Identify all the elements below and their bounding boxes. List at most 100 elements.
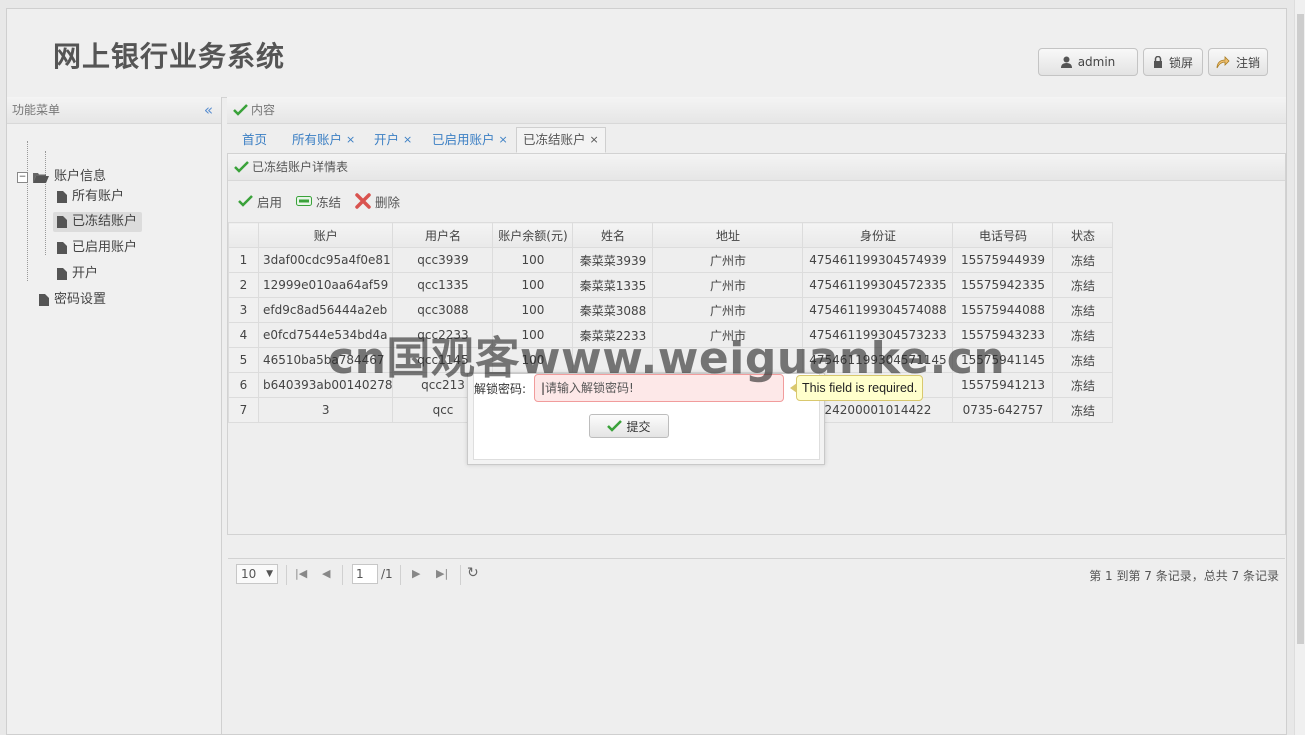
tab-home[interactable]: 首页 — [236, 127, 273, 153]
cell-status: 冻结 — [1052, 297, 1114, 323]
cell-id: 475461199304572335 — [802, 272, 954, 298]
collapse-toggle-icon[interactable]: − — [17, 171, 28, 183]
close-icon[interactable]: × — [346, 127, 355, 153]
check-icon — [238, 195, 253, 207]
cell-phone: 15575944939 — [952, 247, 1054, 273]
tab-enabled-accounts[interactable]: 已启用账户 × — [426, 127, 514, 153]
row-number: 4 — [228, 322, 259, 348]
sidebar-header: 功能菜单 « — [7, 97, 221, 124]
cell-id: 24200001014422 — [802, 397, 954, 423]
cell-id: 475461199304574939 — [802, 247, 954, 273]
submit-label: 提交 — [626, 419, 651, 434]
scrollbar-thumb[interactable] — [1297, 14, 1304, 644]
freeze-icon — [296, 196, 313, 206]
vertical-scrollbar[interactable] — [1294, 0, 1305, 735]
pager-summary: 第 1 到第 7 条记录，总共 7 条记录 — [1089, 569, 1279, 583]
logout-label: 注销 — [1235, 55, 1260, 70]
row-number: 5 — [228, 347, 259, 373]
row-number: 1 — [228, 247, 259, 273]
column-header[interactable]: 账户 — [257, 222, 394, 248]
cell-status: 冻结 — [1052, 322, 1114, 348]
cell-name: 秦菜菜3939 — [572, 247, 654, 273]
cell-address: 广州市 — [652, 247, 804, 273]
tree-group-account-info[interactable]: − 账户信息 — [17, 167, 106, 187]
column-header[interactable]: 身份证 — [802, 222, 954, 248]
datagrid-title: 已冻结账户详情表 — [252, 160, 349, 174]
datagrid-header: 已冻结账户详情表 — [228, 154, 1285, 181]
logout-button[interactable]: 注销 — [1208, 48, 1268, 76]
column-header[interactable]: 姓名 — [572, 222, 654, 248]
column-header[interactable]: 电话号码 — [952, 222, 1054, 248]
page-size-select[interactable]: 10 ▼ — [236, 564, 278, 584]
tab-open-account[interactable]: 开户 × — [368, 127, 418, 153]
user-label: admin — [1077, 55, 1116, 69]
content-title: 内容 — [251, 103, 276, 117]
user-icon — [1060, 56, 1072, 68]
tab-label: 首页 — [242, 132, 268, 147]
lock-label: 锁屏 — [1168, 55, 1193, 70]
close-icon[interactable]: × — [499, 127, 508, 153]
column-header[interactable]: 用户名 — [392, 222, 494, 248]
table-row[interactable]: 3 efd9c8ad56444a2eb qcc3088 100 秦菜菜3088 … — [228, 297, 1114, 323]
column-header[interactable]: 状态 — [1052, 222, 1114, 248]
sidebar-item-label: 已启用账户 — [72, 240, 138, 255]
submit-button[interactable]: 提交 — [589, 414, 669, 438]
next-page-icon[interactable]: ▶ — [412, 567, 420, 580]
sidebar-item-enabled-accounts[interactable]: 已启用账户 — [57, 238, 137, 258]
enable-button[interactable]: 启用 — [238, 192, 282, 211]
cell-balance: 100 — [492, 297, 574, 323]
sidebar-item-frozen-accounts[interactable]: 已冻结账户 — [53, 212, 143, 232]
last-page-icon[interactable]: ▶| — [436, 567, 448, 580]
tab-label: 已冻结账户 — [523, 132, 586, 147]
chevron-down-icon: ▼ — [266, 569, 273, 579]
table-row[interactable]: 1 3daf00cdc95a4f0e81 qcc3939 100 秦菜菜3939… — [228, 247, 1114, 273]
cell-name: 秦菜菜3088 — [572, 297, 654, 323]
cell-phone: 15575944088 — [952, 297, 1054, 323]
freeze-label: 冻结 — [316, 194, 342, 210]
delete-button[interactable]: 删除 — [355, 192, 400, 211]
close-icon[interactable]: × — [590, 127, 599, 153]
collapse-icon[interactable]: « — [204, 97, 213, 123]
column-header[interactable]: 账户余额(元) — [492, 222, 574, 248]
sidebar-item-all-accounts[interactable]: 所有账户 — [57, 187, 124, 207]
cell-account: 12999e010aa64af59 — [257, 272, 394, 298]
sidebar-title: 功能菜单 — [12, 103, 61, 117]
column-header[interactable]: 地址 — [652, 222, 804, 248]
enable-label: 启用 — [257, 194, 283, 210]
user-button[interactable]: admin — [1038, 48, 1138, 76]
cell-status: 冻结 — [1052, 347, 1114, 373]
close-icon[interactable]: × — [403, 127, 412, 153]
cell-account: 3daf00cdc95a4f0e81 — [257, 247, 394, 273]
prev-page-icon[interactable]: ◀ — [322, 567, 330, 580]
refresh-icon[interactable]: ↻ — [467, 565, 479, 581]
tab-all-accounts[interactable]: 所有账户 × — [286, 127, 361, 153]
delete-icon — [355, 193, 371, 209]
cell-account: efd9c8ad56444a2eb — [257, 297, 394, 323]
cell-phone: 15575942335 — [952, 272, 1054, 298]
sidebar-item-password-settings[interactable]: 密码设置 — [39, 290, 106, 310]
tab-bar: 首页 所有账户 × 开户 × 已启用账户 × 已冻结账户 × — [227, 124, 1286, 154]
file-icon — [57, 216, 67, 228]
page-size-value: 10 — [241, 567, 257, 581]
cell-username: qcc3939 — [392, 247, 494, 273]
file-icon — [39, 294, 49, 306]
sidebar-item-label: 已冻结账户 — [72, 214, 138, 229]
first-page-icon[interactable]: |◀ — [295, 567, 307, 580]
tab-frozen-accounts[interactable]: 已冻结账户 × — [516, 127, 606, 153]
page-number-input[interactable]: 1 — [352, 564, 378, 584]
freeze-button[interactable]: 冻结 — [296, 192, 341, 211]
sidebar-item-label: 开户 — [72, 266, 99, 281]
folder-open-icon — [33, 173, 49, 183]
table-row[interactable]: 2 12999e010aa64af59 qcc1335 100 秦菜菜1335 … — [228, 272, 1114, 298]
sidebar-item-label: 所有账户 — [72, 189, 125, 204]
cell-username: qcc3088 — [392, 297, 494, 323]
tab-label: 所有账户 — [292, 132, 343, 147]
check-icon — [233, 104, 248, 116]
row-number: 7 — [228, 397, 259, 423]
lock-screen-button[interactable]: 锁屏 — [1143, 48, 1203, 76]
sidebar-item-open-account[interactable]: 开户 — [57, 264, 98, 284]
watermark: cn国观客www.weiguanke.cn — [328, 333, 1006, 384]
cell-phone: 0735-642757 — [952, 397, 1054, 423]
table-header-row: 账户 用户名 账户余额(元) 姓名 地址 身份证 电话号码 状态 — [228, 222, 1114, 248]
cell-status: 冻结 — [1052, 372, 1114, 398]
